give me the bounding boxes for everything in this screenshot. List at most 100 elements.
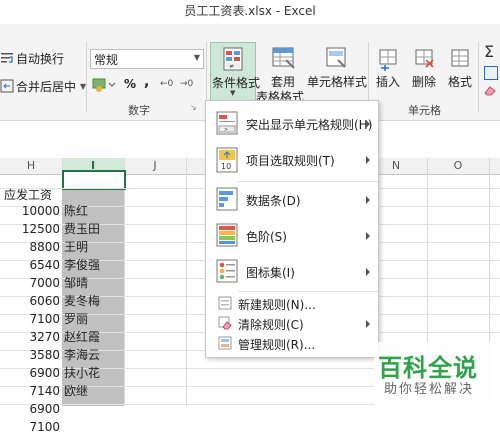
menu-item-top-bottom[interactable]: 10 项目选取规则(T) xyxy=(206,143,378,177)
currency-icon xyxy=(92,78,116,92)
salary-cell[interactable]: 7140 xyxy=(0,382,60,400)
menu-item-icon-sets[interactable]: 图标集(I) xyxy=(206,255,378,289)
svg-text:≠: ≠ xyxy=(229,63,234,70)
increase-decimal-button[interactable]: ←0 xyxy=(160,79,173,89)
name-cell[interactable]: 邹晴 xyxy=(64,274,88,292)
wrap-text-label: 自动换行 xyxy=(16,52,65,66)
title-bar: 员工工资表.xlsx - Excel xyxy=(0,0,500,24)
data-bars-label: 数据条(D) xyxy=(246,194,301,208)
highlight-cells-label: 突出显示单元格规则(H) xyxy=(246,118,373,132)
fill-icon[interactable] xyxy=(484,66,498,80)
name-cell[interactable]: 李俊强 xyxy=(64,256,100,274)
salary-cell[interactable]: 6900 xyxy=(0,364,60,382)
conditional-format-button[interactable]: ≠ 条件格式 ▼ xyxy=(210,42,260,102)
manage-rules-icon xyxy=(218,336,232,350)
manage-rules-label: 管理规则(R)... xyxy=(238,338,316,352)
delete-cells-icon xyxy=(415,49,434,68)
conditional-format-icon: ≠ xyxy=(223,47,243,71)
format-label: 格式 xyxy=(448,75,473,89)
eraser-icon[interactable] xyxy=(483,84,497,96)
wrap-text-icon xyxy=(1,53,13,63)
table-format-icon xyxy=(272,47,295,69)
salary-cell[interactable]: 12500 xyxy=(0,220,60,238)
accounting-format-button[interactable] xyxy=(92,77,116,96)
salary-cell[interactable]: 7100 xyxy=(0,418,60,436)
icon-sets-icon xyxy=(216,259,238,283)
submenu-arrow-icon xyxy=(366,268,370,276)
cell-styles-button[interactable]: 单元格样式 xyxy=(306,42,368,102)
submenu-arrow-icon xyxy=(366,156,370,164)
salary-cell[interactable]: 6060 xyxy=(0,292,60,310)
insert-button[interactable]: 插入 xyxy=(372,42,406,102)
menu-item-data-bars[interactable]: 数据条(D) xyxy=(206,183,378,217)
icon-sets-label: 图标集(I) xyxy=(246,266,295,280)
new-rule-icon xyxy=(218,296,232,310)
conditional-format-menu: > 突出显示单元格规则(H) 10 项目选取规则(T) 数据条(D) 色阶(S) xyxy=(205,100,379,358)
name-cell[interactable]: 麦冬梅 xyxy=(64,292,100,310)
format-cells-icon xyxy=(451,49,469,67)
name-cell[interactable]: 赵红霞 xyxy=(64,328,100,346)
new-rule-label: 新建规则(N)... xyxy=(238,298,316,312)
merge-center-label: 合并后居中 xyxy=(16,80,77,94)
comma-button[interactable]: , xyxy=(144,74,149,90)
number-format-value: 常规 xyxy=(94,53,119,67)
decrease-decimal-button[interactable]: →0 xyxy=(180,79,193,89)
menu-separator xyxy=(238,181,378,182)
name-cell[interactable]: 李海云 xyxy=(64,346,100,364)
salary-cell[interactable]: 6900 xyxy=(0,400,60,418)
delete-button[interactable]: 删除 xyxy=(408,42,442,102)
column-header-h[interactable]: H xyxy=(0,158,62,174)
window-title: 员工工资表.xlsx - Excel xyxy=(184,4,316,18)
chevron-down-icon: ▼ xyxy=(230,89,236,97)
active-cell[interactable] xyxy=(62,170,126,190)
salary-cell[interactable]: 3270 xyxy=(0,328,60,346)
name-cell[interactable]: 扶小花 xyxy=(64,364,100,382)
svg-text:>: > xyxy=(224,127,228,133)
menu-item-new-rule[interactable]: 新建规则(N)... xyxy=(206,293,378,313)
name-cell[interactable]: 费玉田 xyxy=(64,220,100,238)
cell-styles-label: 单元格样式 xyxy=(307,75,368,89)
autosum-icon[interactable]: Σ xyxy=(484,42,494,61)
chevron-down-icon: ▼ xyxy=(193,53,200,62)
menu-item-color-scales[interactable]: 色阶(S) xyxy=(206,219,378,253)
salary-cell[interactable]: 6540 xyxy=(0,256,60,274)
top-ten-icon-text: 10 xyxy=(221,162,232,171)
menu-item-highlight-cells[interactable]: > 突出显示单元格规则(H) xyxy=(206,107,378,141)
number-format-select[interactable]: 常规 ▼ xyxy=(90,49,204,69)
name-cell[interactable]: 陈红 xyxy=(64,202,88,220)
salary-cell[interactable]: 10000 xyxy=(0,202,60,220)
name-cell[interactable]: 罗丽 xyxy=(64,310,88,328)
number-group-label: 数字 xyxy=(128,104,150,117)
color-scales-icon xyxy=(216,223,238,247)
name-cell[interactable]: 欧继 xyxy=(64,382,88,400)
salary-cell[interactable]: 8800 xyxy=(0,238,60,256)
delete-label: 删除 xyxy=(412,75,437,89)
clear-rules-label: 清除规则(C) xyxy=(238,318,304,332)
salary-cell[interactable]: 7100 xyxy=(0,310,60,328)
color-scales-label: 色阶(S) xyxy=(246,230,287,244)
column-header-j[interactable]: J xyxy=(124,158,186,174)
menu-separator xyxy=(238,291,378,292)
group-separator xyxy=(478,42,479,112)
insert-label: 插入 xyxy=(376,75,401,89)
menu-item-manage-rules[interactable]: 管理规则(R)... xyxy=(206,333,378,353)
merge-center-icon xyxy=(0,79,14,93)
dialog-launcher-icon[interactable]: ↘ xyxy=(190,103,197,112)
top-bottom-label: 项目选取规则(T) xyxy=(246,154,335,168)
submenu-arrow-icon xyxy=(366,196,370,204)
submenu-arrow-icon xyxy=(366,320,370,328)
percent-button[interactable]: % xyxy=(124,77,136,91)
group-separator xyxy=(86,42,87,112)
cells-group-label: 单元格 xyxy=(408,104,441,117)
column-header-o[interactable]: O xyxy=(427,158,489,174)
watermark-subtitle: 助你轻松解决 xyxy=(384,382,475,397)
submenu-arrow-icon xyxy=(366,120,370,128)
cell-styles-icon xyxy=(326,47,346,68)
salary-cell[interactable]: 3580 xyxy=(0,346,60,364)
format-as-table-button[interactable]: 套用 表格格式 xyxy=(256,42,308,104)
highlight-cells-icon: > xyxy=(216,111,238,135)
format-button[interactable]: 格式 xyxy=(444,42,476,102)
menu-item-clear-rules[interactable]: 清除规则(C) xyxy=(206,313,378,333)
salary-cell[interactable]: 7000 xyxy=(0,274,60,292)
name-cell[interactable]: 王明 xyxy=(64,238,88,256)
